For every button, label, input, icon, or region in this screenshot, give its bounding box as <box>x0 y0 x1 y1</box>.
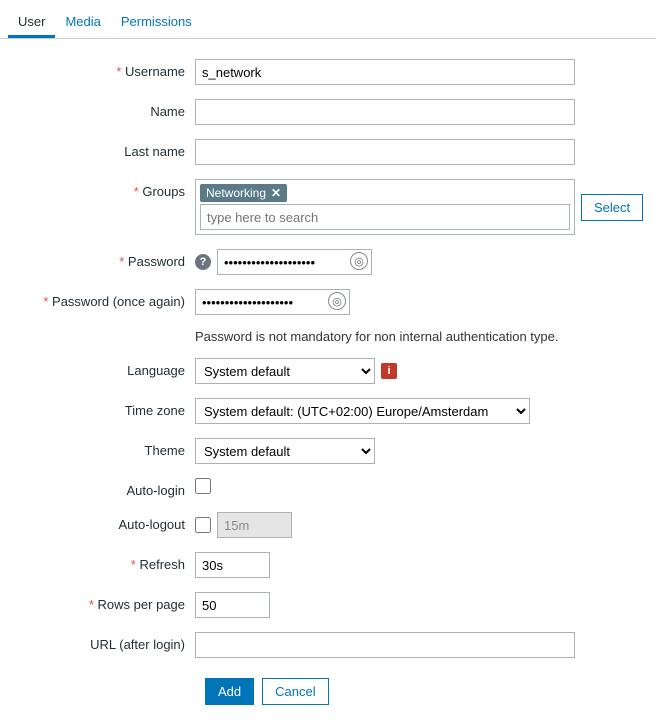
info-icon[interactable]: i <box>381 363 397 379</box>
cancel-button[interactable]: Cancel <box>262 678 328 705</box>
label-lastname: Last name <box>10 139 195 159</box>
groups-box[interactable]: Networking ✕ <box>195 179 575 235</box>
add-button[interactable]: Add <box>205 678 254 705</box>
label-urlafterlogin: URL (after login) <box>10 632 195 652</box>
label-groups: Groups <box>10 179 195 199</box>
autologout-input <box>217 512 292 538</box>
password-note: Password is not mandatory for non intern… <box>195 329 559 344</box>
select-button[interactable]: Select <box>581 194 643 221</box>
password2-input[interactable] <box>195 289 350 315</box>
username-input[interactable] <box>195 59 575 85</box>
group-chip-label: Networking <box>206 186 266 200</box>
tab-permissions[interactable]: Permissions <box>111 8 202 38</box>
group-chip: Networking ✕ <box>200 184 287 202</box>
timezone-select[interactable]: System default: (UTC+02:00) Europe/Amste… <box>195 398 530 424</box>
rowsperpage-input[interactable] <box>195 592 270 618</box>
label-refresh: Refresh <box>10 552 195 572</box>
label-autologin: Auto-login <box>10 478 195 498</box>
urlafterlogin-input[interactable] <box>195 632 575 658</box>
close-icon[interactable]: ✕ <box>271 186 281 200</box>
groups-search-input[interactable] <box>200 204 570 230</box>
name-input[interactable] <box>195 99 575 125</box>
spacer <box>10 329 195 334</box>
language-select[interactable]: System default <box>195 358 375 384</box>
label-username: Username <box>10 59 195 79</box>
label-name: Name <box>10 99 195 119</box>
label-autologout: Auto-logout <box>10 512 195 532</box>
help-icon[interactable]: ? <box>195 254 211 270</box>
password-reveal-icon[interactable]: ◎ <box>328 292 346 310</box>
password-input[interactable] <box>217 249 372 275</box>
autologout-checkbox[interactable] <box>195 517 211 533</box>
autologin-checkbox[interactable] <box>195 478 211 494</box>
label-language: Language <box>10 358 195 378</box>
label-password2: Password (once again) <box>10 289 195 309</box>
theme-select[interactable]: System default <box>195 438 375 464</box>
user-form: Username Name Last name Groups Networkin… <box>0 39 656 725</box>
password-reveal-icon[interactable]: ◎ <box>350 252 368 270</box>
lastname-input[interactable] <box>195 139 575 165</box>
label-rowsperpage: Rows per page <box>10 592 195 612</box>
label-password: Password <box>10 249 195 269</box>
label-theme: Theme <box>10 438 195 458</box>
label-timezone: Time zone <box>10 398 195 418</box>
tab-media[interactable]: Media <box>55 8 110 38</box>
tab-user[interactable]: User <box>8 8 55 38</box>
tabs: User Media Permissions <box>0 0 656 39</box>
refresh-input[interactable] <box>195 552 270 578</box>
